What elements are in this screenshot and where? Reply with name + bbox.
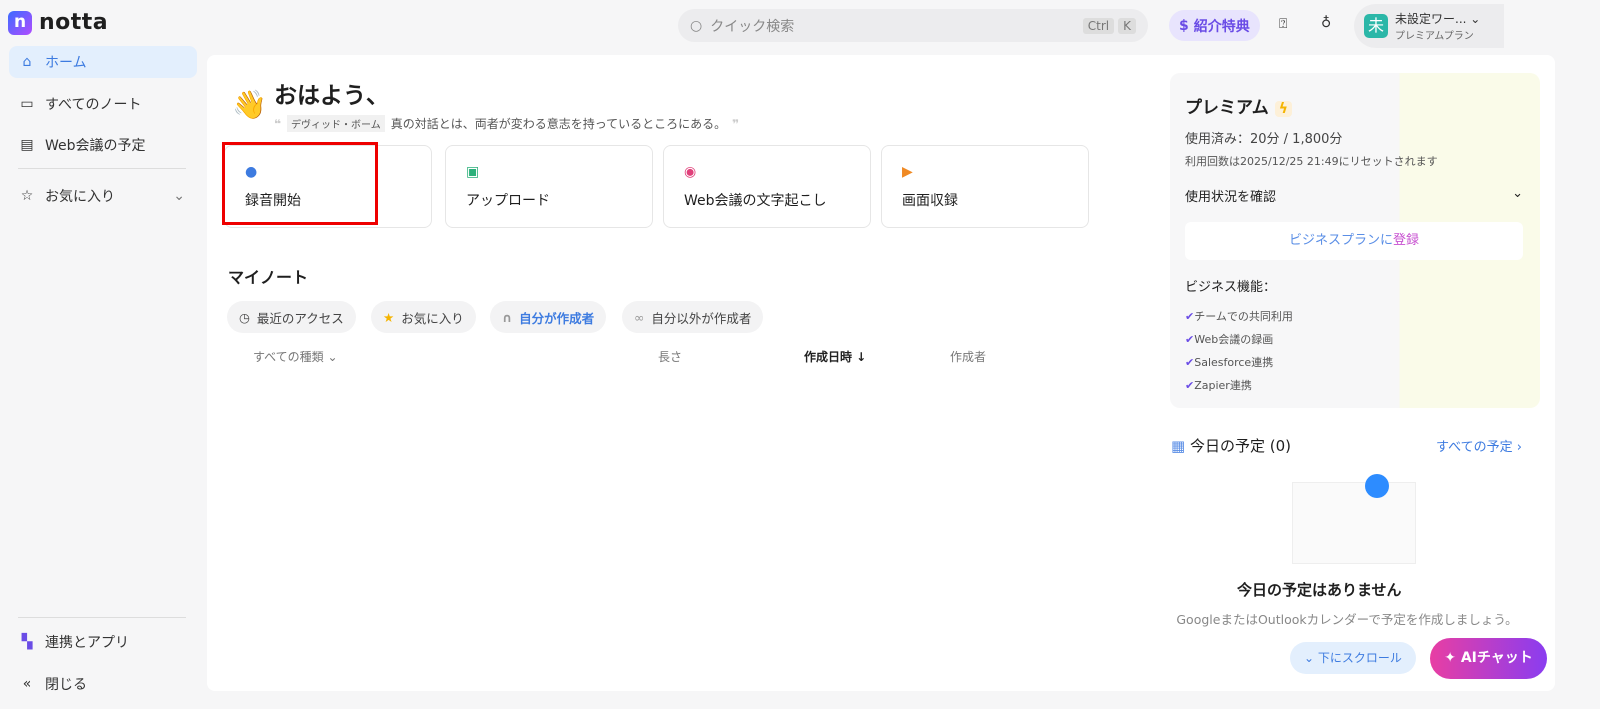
- lightbulb-icon[interactable]: ♁: [1321, 15, 1331, 31]
- folder-icon: ▭: [20, 96, 34, 112]
- notes-title: マイノート: [228, 268, 309, 287]
- feature-list: ✔チームでの共同利用 ✔Web会議の録画 ✔Salesforce連携 ✔Zapi…: [1185, 310, 1293, 392]
- divider: [18, 168, 186, 169]
- chevron-down-icon: ⌄: [1470, 12, 1481, 26]
- chevron-down-icon: ⌄: [1512, 186, 1523, 201]
- calendar-icon: ▦: [1171, 437, 1186, 455]
- ai-chat-button[interactable]: ✦ AIチャット: [1430, 638, 1547, 679]
- usage-text: 使用済み：20分 / 1,800分: [1185, 132, 1343, 147]
- empty-illustration: [1292, 482, 1416, 564]
- collapse-icon: «: [22, 676, 32, 692]
- bolt-icon: ϟ: [1274, 101, 1292, 117]
- screen-record-card[interactable]: ▶ 画面収録: [881, 145, 1089, 228]
- reset-text: 利用回数は2025/12/25 21:49にリセットされます: [1185, 155, 1438, 168]
- greeting-title: おはよう、: [274, 83, 389, 109]
- dollar-icon: $: [1179, 17, 1189, 34]
- col-author[interactable]: 作成者: [950, 348, 986, 365]
- help-icon[interactable]: ⍰: [1279, 16, 1287, 32]
- referral-button[interactable]: $ 紹介特典: [1169, 10, 1260, 41]
- sidebar-item-home[interactable]: ⌂ ホーム: [9, 46, 197, 78]
- chevrons-down-icon: ⌄: [1304, 651, 1315, 665]
- upload-icon: ▣: [466, 164, 480, 180]
- filter-favorites[interactable]: ★ お気に入り: [371, 301, 476, 333]
- collapse-sidebar-button[interactable]: «閉じる: [9, 668, 197, 700]
- meeting-icon: ◉: [684, 164, 697, 180]
- calendar-icon: ▤: [20, 137, 34, 153]
- empty-title: 今日の予定はありません: [1237, 581, 1402, 599]
- scroll-down-button[interactable]: ⌄ 下にスクロール: [1290, 642, 1416, 674]
- sidebar-item-all-notes[interactable]: ▭ すべてのノート: [9, 88, 197, 120]
- filter-others[interactable]: ∞ 自分以外が作成者: [622, 301, 764, 333]
- zoom-icon: [1365, 474, 1389, 498]
- business-upgrade-button[interactable]: ビジネスプランに登録: [1185, 222, 1523, 260]
- filter-mine[interactable]: ∩ 自分が作成者: [490, 301, 607, 333]
- sidebar-item-meetings[interactable]: ▤ Web会議の予定: [9, 129, 197, 161]
- apps-icon: ▚: [21, 634, 33, 650]
- divider: [18, 617, 186, 618]
- search-input[interactable]: ○ クイック検索 Ctrl K: [678, 9, 1148, 42]
- video-icon: ▶: [902, 164, 913, 180]
- star-icon: ☆: [20, 188, 34, 204]
- avatar: 未: [1364, 14, 1388, 38]
- features-title: ビジネス機能：: [1185, 280, 1277, 295]
- premium-title: プレミアム ϟ: [1185, 93, 1292, 118]
- home-icon: ⌂: [22, 54, 32, 70]
- clock-icon: ◷: [239, 309, 250, 325]
- schedule-title: ▦ 今日の予定 (0): [1171, 437, 1291, 455]
- chevron-down-icon: ⌄: [173, 188, 185, 204]
- usage-check[interactable]: 使用状況を確認 ⌄: [1185, 186, 1523, 205]
- upload-card[interactable]: ▣ アップロード: [445, 145, 653, 228]
- link-icon: ∞: [634, 309, 645, 325]
- headphones-icon: ∩: [502, 309, 513, 325]
- sidebar-item-integrations[interactable]: ▚ 連携とアプリ: [9, 626, 197, 658]
- col-length[interactable]: 長さ: [658, 348, 682, 365]
- type-filter[interactable]: すべての種類 ⌄: [253, 348, 338, 365]
- highlight-box: [222, 142, 378, 225]
- star-icon: ★: [383, 309, 395, 325]
- wave-icon: 👋: [232, 88, 267, 121]
- logo[interactable]: n notta: [8, 10, 108, 35]
- empty-desc: GoogleまたはOutlookカレンダーで予定を作成しましょう。: [1176, 612, 1518, 627]
- quote: ❝ デヴィッド・ボーム 真の対話とは、両者が変わる意志を持っているところにある。 ❞: [274, 115, 740, 132]
- sparkle-icon: ✦: [1444, 650, 1456, 666]
- col-created[interactable]: 作成日時 ↓: [804, 348, 866, 365]
- search-icon: ○: [690, 17, 703, 34]
- filter-recent[interactable]: ◷ 最近のアクセス: [227, 301, 356, 333]
- web-meeting-card[interactable]: ◉ Web会議の文字起こし: [663, 145, 871, 228]
- sidebar-item-favorites[interactable]: ☆ お気に入り ⌄: [9, 180, 197, 212]
- user-menu[interactable]: 未未設定ワー... ⌄ プレミアムプラン: [1354, 4, 1504, 48]
- all-schedules-link[interactable]: すべての予定 ›: [1436, 436, 1522, 455]
